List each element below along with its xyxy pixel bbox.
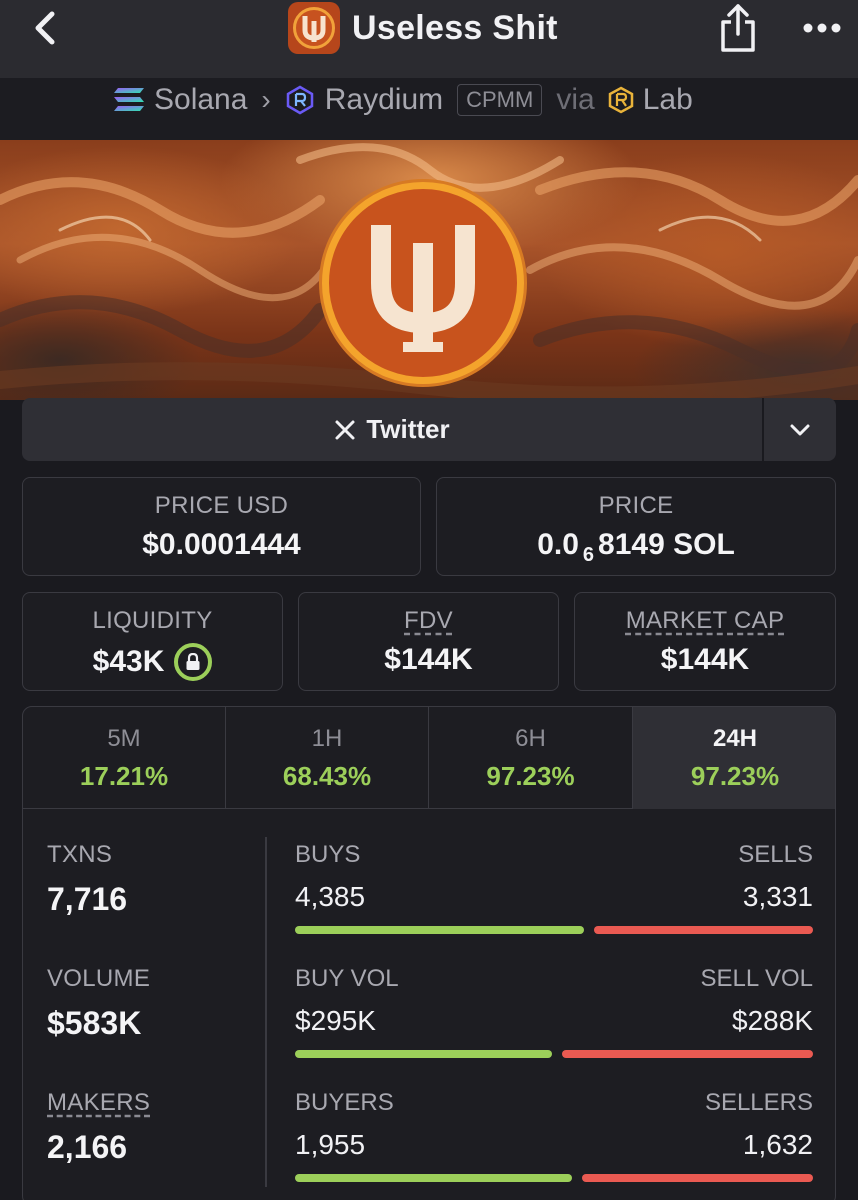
market-cap-box: MARKET CAP $144K	[574, 592, 836, 691]
fdv-box: FDV $144K	[298, 592, 559, 691]
top-bar: Useless Shit	[0, 0, 858, 78]
chevron-left-icon	[35, 11, 55, 45]
x-logo-icon	[335, 420, 355, 439]
trading-stats-panel: 5M 17.21% 1H 68.43% 6H 97.23% 24H 97.23%…	[22, 706, 836, 1200]
buyers-value: 1,955	[295, 1129, 366, 1160]
social-expand-button[interactable]	[764, 398, 836, 461]
sells-value: 3,331	[742, 881, 813, 912]
twitter-button[interactable]: Twitter	[22, 398, 762, 461]
market-cap-label[interactable]: MARKET CAP	[626, 607, 785, 634]
fdv-label[interactable]: FDV	[404, 607, 453, 634]
makers-label[interactable]: MAKERS	[47, 1089, 150, 1116]
volume-value: $583K	[47, 1005, 142, 1041]
share-button[interactable]	[718, 2, 758, 54]
pool-type-badge: CPMM	[457, 84, 543, 116]
tab-6h[interactable]: 6H 97.23%	[429, 707, 633, 809]
price-usd-box: PRICE USD $0.0001444	[22, 477, 421, 576]
solana-icon	[114, 88, 144, 111]
chevron-right-icon: ›	[261, 84, 271, 115]
buys-bar	[295, 926, 584, 934]
divider	[265, 837, 267, 1187]
sellers-bar	[582, 1174, 813, 1182]
price-sol-value: 0.0 6 8149 SOL	[537, 528, 735, 566]
sellers-label: SELLERS	[704, 1089, 813, 1116]
token-logo-large	[322, 182, 524, 384]
via-label: via	[556, 83, 595, 116]
token-banner-image	[0, 140, 858, 400]
tab-24h[interactable]: 24H 97.23%	[633, 707, 835, 809]
page-title: Useless Shit	[352, 8, 558, 47]
raydium-icon	[286, 85, 313, 115]
share-icon	[721, 4, 755, 52]
buyers-sellers-row: BUYERS SELLERS 1,955 1,632	[295, 1089, 813, 1199]
tab-5m[interactable]: 5M 17.21%	[23, 707, 226, 809]
makers-value: 2,166	[47, 1129, 128, 1165]
sells-label: SELLS	[738, 841, 813, 868]
more-horizontal-icon	[803, 23, 841, 33]
chevron-down-icon	[790, 424, 810, 435]
price-label: PRICE	[598, 492, 674, 519]
liquidity-value: $43K	[23, 643, 282, 681]
breadcrumb-dex[interactable]: Raydium	[325, 83, 443, 117]
social-links: Twitter	[22, 398, 836, 461]
volume-label: VOLUME	[47, 965, 151, 992]
back-button[interactable]	[26, 8, 66, 48]
buyers-bar	[295, 1174, 572, 1182]
token-title: Useless Shit	[288, 2, 558, 54]
txns-label: TXNS	[47, 841, 113, 868]
sellers-value: 1,632	[742, 1129, 813, 1160]
buys-sells-row: BUYS SELLS 4,385 3,331	[295, 841, 813, 951]
more-button[interactable]	[800, 10, 844, 46]
buyers-label: BUYERS	[295, 1089, 394, 1116]
txns-value: 7,716	[47, 881, 128, 917]
buy-vol-label: BUY VOL	[295, 965, 399, 992]
twitter-label: Twitter	[366, 414, 450, 444]
market-cap-value: $144K	[660, 643, 750, 676]
sell-vol-value: $288K	[732, 1005, 813, 1036]
liquidity-box: LIQUIDITY $43K	[22, 592, 283, 691]
lab-icon	[608, 86, 633, 114]
liquidity-label: LIQUIDITY	[92, 607, 213, 634]
token-logo	[288, 2, 340, 54]
breadcrumb-chain[interactable]: Solana	[154, 83, 247, 117]
makers-metric: MAKERS 2,166	[47, 1089, 150, 1166]
tab-1h[interactable]: 1H 68.43%	[226, 707, 429, 809]
sell-vol-label: SELL VOL	[700, 965, 813, 992]
buy-vol-value: $295K	[295, 1005, 376, 1036]
buy-vol-bar	[295, 1050, 552, 1058]
sells-bar	[594, 926, 813, 934]
buy-sell-volume-row: BUY VOL SELL VOL $295K $288K	[295, 965, 813, 1075]
price-usd-label: PRICE USD	[154, 492, 289, 519]
breadcrumb: Solana › Raydium CPMM via Lab	[112, 80, 693, 120]
buys-label: BUYS	[295, 841, 361, 868]
buys-value: 4,385	[295, 881, 366, 912]
fdv-value: $144K	[384, 643, 473, 676]
breadcrumb-launchpad[interactable]: Lab	[643, 83, 693, 117]
zero-count: 6	[582, 543, 595, 566]
price-sol-box: PRICE 0.0 6 8149 SOL	[436, 477, 836, 576]
lock-icon[interactable]	[174, 643, 213, 681]
txns-metric: TXNS 7,716	[47, 841, 127, 918]
sell-vol-bar	[562, 1050, 813, 1058]
volume-metric: VOLUME $583K	[47, 965, 150, 1042]
price-usd-value: $0.0001444	[142, 528, 301, 561]
